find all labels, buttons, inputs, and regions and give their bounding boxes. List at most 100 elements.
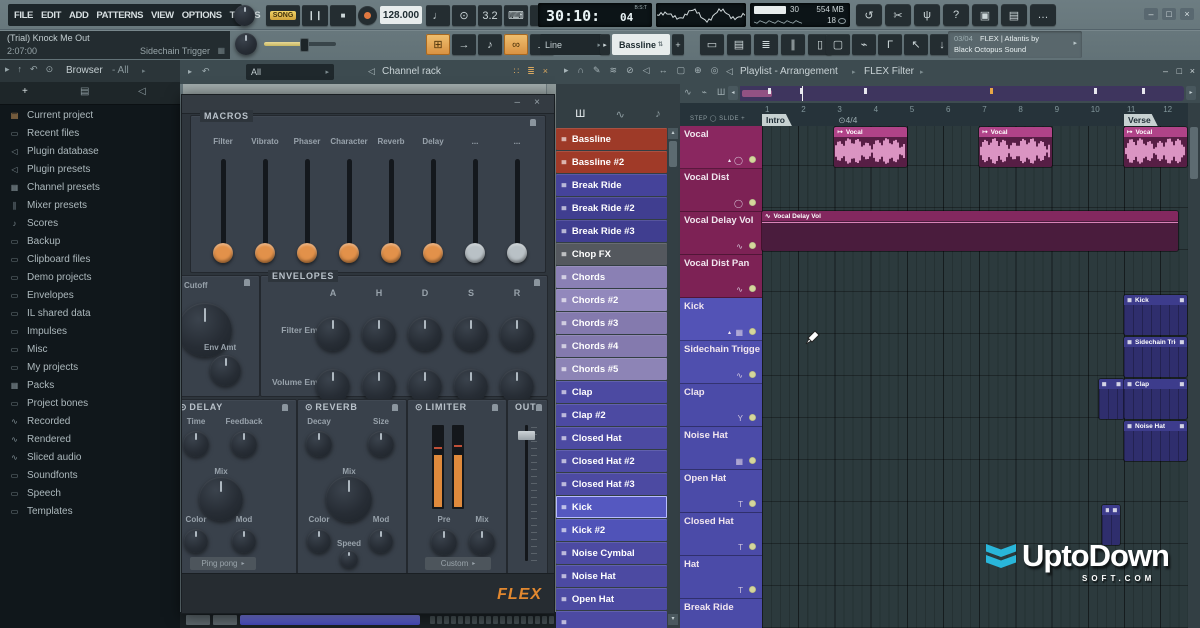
- kbd-cell[interactable]: [535, 616, 540, 624]
- timeline-marker[interactable]: Intro: [762, 114, 792, 126]
- group-collapse-icon[interactable]: ▴: [728, 157, 731, 164]
- track-header[interactable]: Closed HatT: [680, 513, 762, 556]
- limiter-mix-knob[interactable]: [469, 529, 495, 555]
- pattern-item[interactable]: ≣Break Ride: [556, 174, 667, 196]
- track-header[interactable]: Vocal Dist Pan∿: [680, 255, 762, 298]
- pattern-item[interactable]: ≣Noise Cymbal: [556, 542, 667, 564]
- browser-filter[interactable]: - All: [112, 65, 129, 76]
- kbd-cell[interactable]: [437, 616, 442, 624]
- track-led[interactable]: [749, 371, 756, 378]
- menu-file[interactable]: FILE: [14, 10, 33, 21]
- pencil-icon[interactable]: ✎: [593, 65, 601, 76]
- track-header[interactable]: Vocal Dist◯: [680, 169, 762, 212]
- audio-clip[interactable]: ↦Vocal: [979, 127, 1051, 167]
- macro-slider-track[interactable]: [263, 159, 268, 251]
- pattern-item[interactable]: ≣Break Ride #3: [556, 220, 667, 242]
- browser-item[interactable]: ▭Demo projects: [0, 268, 180, 286]
- pattern-spinner-icon[interactable]: ⇅: [658, 41, 663, 48]
- pattern-item[interactable]: ≣Closed Hat: [556, 427, 667, 449]
- kbd-cell[interactable]: [514, 616, 519, 624]
- pattern-item[interactable]: ≣Open Hat: [556, 588, 667, 610]
- browser-item[interactable]: ▭Clipboard files: [0, 250, 180, 268]
- kbd-cell[interactable]: [479, 616, 484, 624]
- track-header[interactable]: Sidechain Trigger∿: [680, 341, 762, 384]
- plugin-icon[interactable]: ⌁: [852, 34, 876, 55]
- pattern-clip[interactable]: ≣≣: [1099, 379, 1124, 419]
- track-led[interactable]: [749, 328, 756, 335]
- browser-item[interactable]: ∥Mixer presets: [0, 196, 180, 214]
- kbd-cell[interactable]: [493, 616, 498, 624]
- filter-lock-icon[interactable]: [244, 279, 250, 284]
- kbd-box-2[interactable]: [213, 615, 237, 625]
- main-pitch-knob[interactable]: [235, 33, 257, 55]
- kbd-cell[interactable]: [521, 616, 526, 624]
- wave-mini-icon[interactable]: ∿: [684, 87, 692, 98]
- pattern-item[interactable]: ≣Break Ride #2: [556, 197, 667, 219]
- pattern-prev-button[interactable]: ▸: [600, 34, 610, 55]
- envelope-knob[interactable]: [408, 369, 442, 403]
- close-button[interactable]: ×: [1180, 8, 1194, 20]
- playlist-close-button[interactable]: ×: [1190, 66, 1195, 76]
- browser-item[interactable]: ∿Rendered: [0, 430, 180, 448]
- browser-item[interactable]: ▭Envelopes: [0, 286, 180, 304]
- record-button[interactable]: [358, 6, 377, 25]
- macro-slider-track[interactable]: [221, 159, 226, 251]
- preview-icon[interactable]: ◎: [711, 65, 719, 76]
- reverb-decay-knob[interactable]: [306, 431, 332, 457]
- envelope-knob[interactable]: [316, 317, 350, 351]
- audio-tab-icon[interactable]: ∿: [616, 108, 625, 121]
- plugins-tab-icon[interactable]: +: [22, 86, 28, 97]
- foot-pedal-icon[interactable]: Γ: [878, 34, 902, 55]
- slip-icon[interactable]: ↔: [659, 65, 668, 76]
- playlist-preset-arrow-icon[interactable]: ▸: [920, 68, 924, 76]
- macro-slider-track[interactable]: [515, 159, 520, 251]
- envelope-knob[interactable]: [454, 317, 488, 351]
- kbd-cell[interactable]: [465, 616, 470, 624]
- steps-tab-icon[interactable]: Ш: [575, 108, 585, 120]
- minimize-button[interactable]: –: [1144, 8, 1158, 20]
- limiter-pre-knob[interactable]: [431, 529, 457, 555]
- browser-item[interactable]: ▤Current project: [0, 106, 180, 124]
- pattern-item[interactable]: ≣Kick: [556, 496, 667, 518]
- undo-icon[interactable]: ↺: [856, 4, 882, 26]
- kbd-cell[interactable]: [528, 616, 533, 624]
- cut-icon[interactable]: ✂: [885, 4, 911, 26]
- macro-slider-knob[interactable]: [465, 243, 485, 263]
- new-page-icon[interactable]: ▢: [826, 34, 850, 55]
- menu-edit[interactable]: EDIT: [41, 10, 61, 21]
- macro-slider-track[interactable]: [305, 159, 310, 251]
- mixer-icon[interactable]: ∥: [781, 34, 805, 55]
- pattern-item[interactable]: ≣Closed Hat #3: [556, 473, 667, 495]
- macro-slider-knob[interactable]: [423, 243, 443, 263]
- track-header[interactable]: Open HatT: [680, 470, 762, 513]
- envelope-knob[interactable]: [408, 317, 442, 351]
- link-mini-icon[interactable]: ⌁: [702, 87, 707, 98]
- pattern-clip[interactable]: ≣Clap≣: [1124, 379, 1187, 419]
- chrack-undo-icon[interactable]: ↶: [202, 66, 210, 77]
- envelope-knob[interactable]: [316, 369, 350, 403]
- track-led[interactable]: [749, 586, 756, 593]
- kbd-box-1[interactable]: [186, 615, 210, 625]
- kbd-cell[interactable]: [486, 616, 491, 624]
- expand-icon[interactable]: ▸: [5, 64, 10, 75]
- pattern-item[interactable]: ≣Kick #2: [556, 519, 667, 541]
- browser-item[interactable]: ▭Project bones: [0, 394, 180, 412]
- envelopes-lock-icon[interactable]: [534, 279, 540, 284]
- time-display[interactable]: B:S:T 30:10: 04: [538, 3, 652, 27]
- preset-panel[interactable]: 03/04 FLEX | Atlantis by Black Octopus S…: [948, 31, 1082, 58]
- files-tab-icon[interactable]: ▤: [80, 86, 89, 97]
- track-header[interactable]: Vocal Delay Vol∿: [680, 212, 762, 255]
- track-led[interactable]: [749, 457, 756, 464]
- macros-lock-icon[interactable]: [530, 119, 536, 124]
- pattern-clip[interactable]: ≣Kick≣: [1124, 295, 1187, 335]
- browser-item[interactable]: ▭IL shared data: [0, 304, 180, 322]
- layout-icon[interactable]: ≣: [527, 66, 535, 77]
- envelope-knob[interactable]: [362, 369, 396, 403]
- mic-icon[interactable]: ψ: [914, 4, 940, 26]
- piano-roll-icon[interactable]: ▤: [727, 34, 751, 55]
- reverb-color-knob[interactable]: [307, 529, 331, 553]
- browser-item[interactable]: ▭Templates: [0, 502, 180, 520]
- macro-slider-track[interactable]: [347, 159, 352, 251]
- track-led[interactable]: [749, 414, 756, 421]
- pattern-item[interactable]: ≣Closed Hat #2: [556, 450, 667, 472]
